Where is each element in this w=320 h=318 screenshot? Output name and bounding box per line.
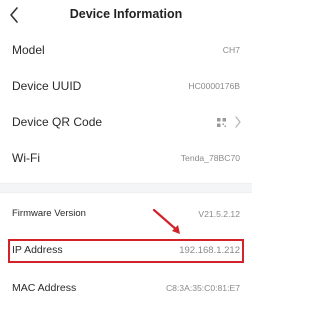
chevron-right-icon [235, 116, 241, 128]
row-firmware-version: Firmware Version V21.5.2.12 [0, 203, 252, 227]
row-device-uuid: Device UUID HC0000176B [0, 74, 252, 98]
row-mac-address: MAC Address C8:3A:35:C0:81:E7 [0, 277, 252, 301]
row-wifi: Wi-Fi Tenda_78BC70 [0, 146, 252, 170]
firmware-version-value: V21.5.2.12 [198, 209, 240, 219]
highlight-box [8, 239, 244, 263]
device-uuid-label: Device UUID [12, 79, 82, 93]
model-label: Model [12, 43, 45, 57]
model-value: CH7 [222, 45, 240, 55]
device-qr-code-label: Device QR Code [12, 115, 103, 129]
wifi-value: Tenda_78BC70 [180, 153, 240, 163]
wifi-label: Wi-Fi [12, 151, 40, 165]
header-bar: Device Information [0, 0, 252, 32]
mac-address-value: C8:3A:35:C0:81:E7 [165, 283, 240, 293]
device-uuid-value: HC0000176B [188, 81, 240, 91]
mac-address-label: MAC Address [12, 282, 77, 294]
row-device-qr-code[interactable]: Device QR Code [0, 110, 252, 134]
firmware-version-label: Firmware Version [12, 208, 86, 219]
page-title: Device Information [69, 7, 183, 21]
annotation-arrow [152, 208, 180, 234]
section-divider [0, 183, 252, 193]
row-model: Model CH7 [0, 38, 252, 62]
qr-code-icon [217, 118, 226, 127]
